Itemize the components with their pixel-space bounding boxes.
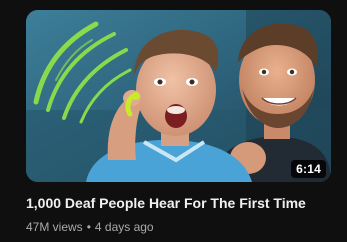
thumbnail-image xyxy=(26,10,331,182)
upload-age: 4 days ago xyxy=(94,220,154,234)
video-thumbnail[interactable]: 6:14 xyxy=(26,10,331,182)
video-metadata: 47M views • 4 days ago xyxy=(26,219,154,235)
video-card[interactable]: 6:14 1,000 Deaf People Hear For The Firs… xyxy=(0,0,347,242)
video-title[interactable]: 1,000 Deaf People Hear For The First Tim… xyxy=(26,193,331,213)
duration-badge: 6:14 xyxy=(291,160,326,178)
meta-separator: • xyxy=(86,220,91,234)
view-count: 47M views xyxy=(26,220,83,234)
